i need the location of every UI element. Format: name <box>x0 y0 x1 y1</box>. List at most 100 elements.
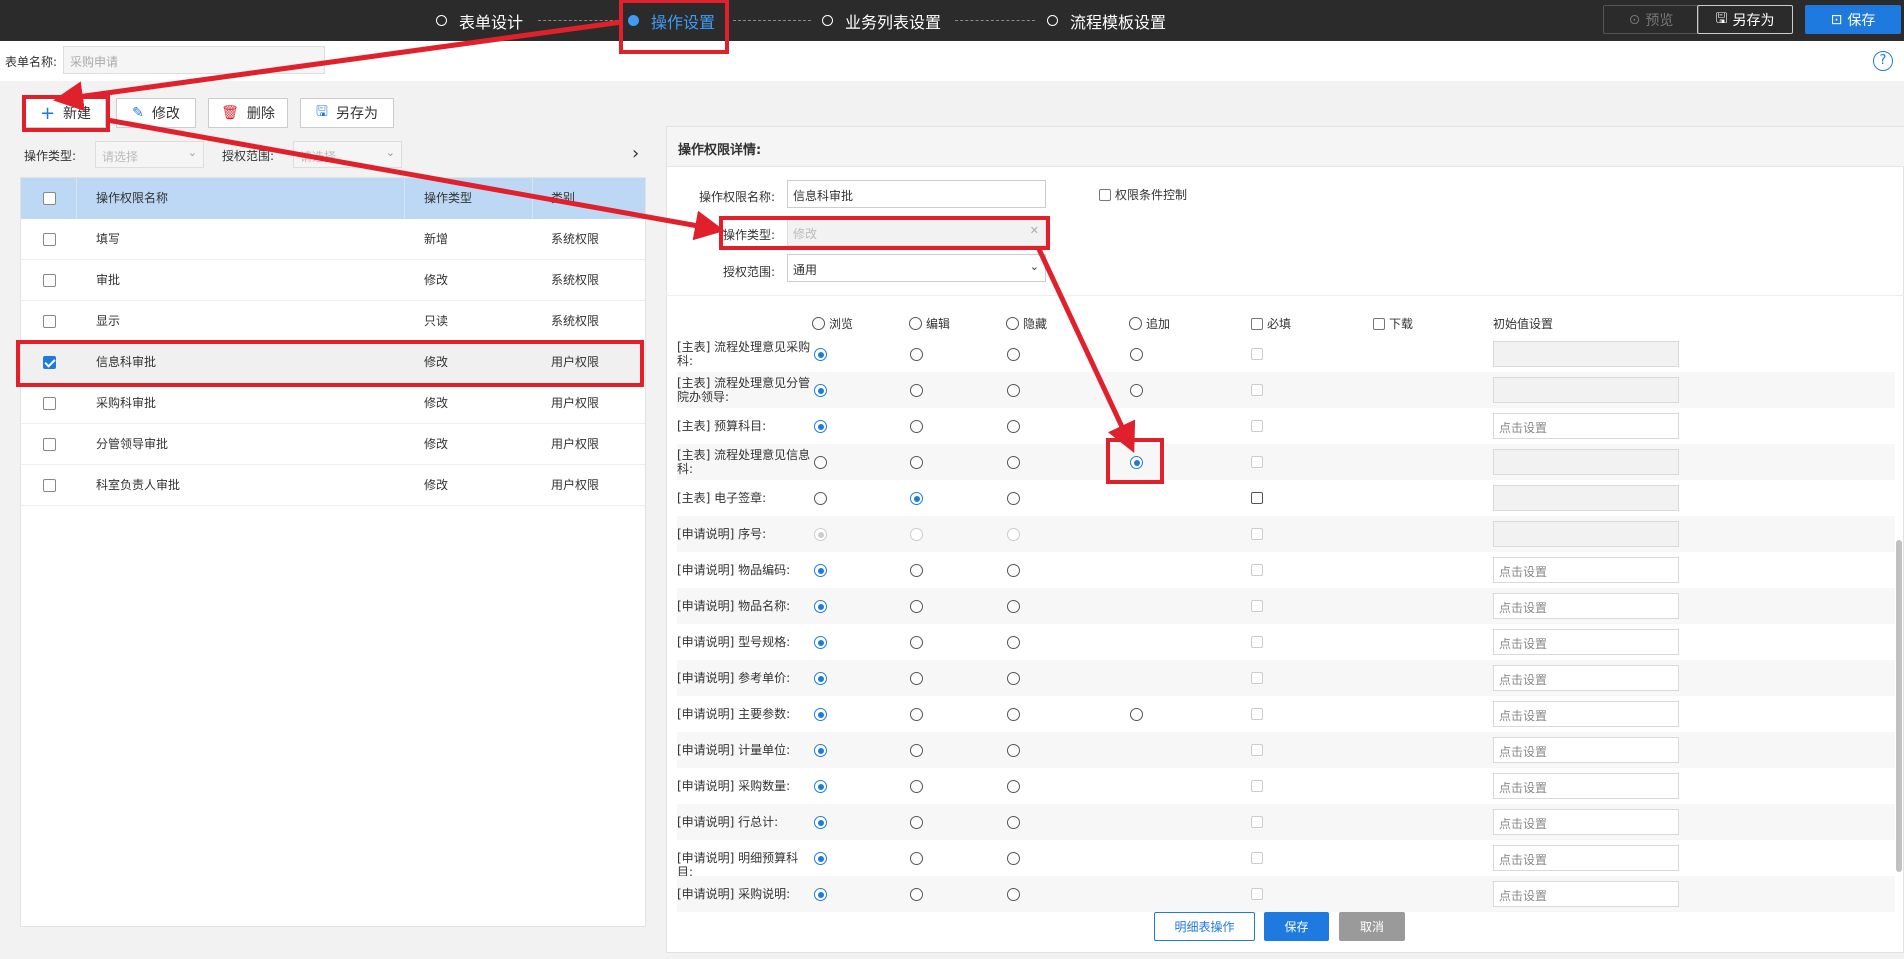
row-checkbox[interactable] <box>43 438 56 451</box>
required-checkbox[interactable] <box>1251 672 1263 684</box>
required-checkbox[interactable] <box>1251 420 1263 432</box>
required-checkbox[interactable] <box>1251 384 1263 396</box>
step-flow-template[interactable]: 流程模板设置 <box>1047 0 1166 41</box>
browse-radio[interactable] <box>814 456 827 469</box>
column-required[interactable]: 必填 <box>1251 315 1291 332</box>
column-download[interactable]: 下载 <box>1373 315 1413 332</box>
hide-radio[interactable] <box>1007 348 1020 361</box>
init-value-input[interactable]: 点击设置 <box>1493 773 1679 799</box>
required-checkbox[interactable] <box>1251 564 1263 576</box>
column-browse[interactable]: 浏览 <box>812 315 853 332</box>
hide-radio[interactable] <box>1007 420 1020 433</box>
append-radio[interactable] <box>1130 708 1143 721</box>
required-all-checkbox[interactable] <box>1251 317 1263 330</box>
browse-radio[interactable] <box>814 816 827 829</box>
edit-radio[interactable] <box>910 384 923 397</box>
hide-radio[interactable] <box>1007 456 1020 469</box>
save-as-button[interactable]: 🖫 另存为 <box>1697 5 1793 34</box>
row-checkbox[interactable] <box>43 315 56 328</box>
delete-button[interactable]: 🗑 删除 <box>208 98 288 128</box>
init-value-input[interactable]: 点击设置 <box>1493 413 1679 439</box>
init-value-input[interactable]: 点击设置 <box>1493 629 1679 655</box>
browse-radio[interactable] <box>814 600 827 613</box>
detail-save-button[interactable]: 保存 <box>1264 912 1329 941</box>
hide-radio[interactable] <box>1007 600 1020 613</box>
init-value-input[interactable]: 点击设置 <box>1493 809 1679 835</box>
append-all-radio[interactable] <box>1129 317 1142 330</box>
edit-radio[interactable] <box>910 852 923 865</box>
hide-radio[interactable] <box>1007 564 1020 577</box>
edit-all-radio[interactable] <box>909 317 922 330</box>
browse-radio[interactable] <box>814 348 827 361</box>
append-radio[interactable] <box>1130 384 1143 397</box>
table-row[interactable]: 审批 修改 系统权限 <box>21 260 645 301</box>
required-checkbox[interactable] <box>1251 456 1263 468</box>
edit-radio[interactable] <box>910 744 923 757</box>
step-form-design[interactable]: 表单设计 <box>436 0 523 41</box>
edit-radio[interactable] <box>910 564 923 577</box>
edit-radio[interactable] <box>910 600 923 613</box>
edit-radio[interactable] <box>910 348 923 361</box>
init-value-input[interactable] <box>1493 485 1679 511</box>
required-checkbox[interactable] <box>1251 492 1263 504</box>
detail-scope-select[interactable]: 通用 ⌄ <box>787 254 1046 282</box>
required-checkbox[interactable] <box>1251 636 1263 648</box>
condition-checkbox[interactable] <box>1099 188 1111 201</box>
edit-radio[interactable] <box>910 456 923 469</box>
edit-radio[interactable] <box>910 672 923 685</box>
hide-radio[interactable] <box>1007 852 1020 865</box>
detail-name-input[interactable]: 信息科审批 <box>787 180 1046 208</box>
detail-scrollbar[interactable] <box>1896 540 1902 872</box>
edit-radio[interactable] <box>910 780 923 793</box>
hide-all-radio[interactable] <box>1006 317 1019 330</box>
required-checkbox[interactable] <box>1251 600 1263 612</box>
browse-radio[interactable] <box>814 564 827 577</box>
select-all-checkbox[interactable] <box>43 192 56 205</box>
browse-radio[interactable] <box>814 672 827 685</box>
hide-radio[interactable] <box>1007 672 1020 685</box>
hide-radio[interactable] <box>1007 708 1020 721</box>
form-name-input[interactable]: 采购申请 <box>63 46 325 74</box>
browse-radio[interactable] <box>814 852 827 865</box>
edit-radio[interactable] <box>910 708 923 721</box>
row-checkbox[interactable] <box>43 274 56 287</box>
column-append[interactable]: 追加 <box>1129 315 1170 332</box>
browse-radio[interactable] <box>814 384 827 397</box>
init-value-input[interactable] <box>1493 377 1679 403</box>
table-row[interactable]: 填写 新增 系统权限 <box>21 219 645 260</box>
init-value-input[interactable]: 点击设置 <box>1493 737 1679 763</box>
required-checkbox[interactable] <box>1251 816 1263 828</box>
detail-table-op-button[interactable]: 明细表操作 <box>1154 912 1255 941</box>
init-value-input[interactable]: 点击设置 <box>1493 593 1679 619</box>
hide-radio[interactable] <box>1007 816 1020 829</box>
init-value-input[interactable] <box>1493 341 1679 367</box>
row-checkbox[interactable] <box>43 397 56 410</box>
browse-radio[interactable] <box>814 780 827 793</box>
table-row[interactable]: 显示 只读 系统权限 <box>21 301 645 342</box>
edit-radio[interactable] <box>910 636 923 649</box>
hide-radio[interactable] <box>1007 888 1020 901</box>
browse-radio[interactable] <box>814 744 827 757</box>
hide-radio[interactable] <box>1007 780 1020 793</box>
browse-radio[interactable] <box>814 528 827 541</box>
download-all-checkbox[interactable] <box>1373 317 1385 330</box>
required-checkbox[interactable] <box>1251 348 1263 360</box>
browse-radio[interactable] <box>814 708 827 721</box>
help-icon[interactable]: ? <box>1873 51 1893 71</box>
edit-button[interactable]: ✎ 修改 <box>116 98 196 128</box>
table-row[interactable]: 采购科审批 修改 用户权限 <box>21 383 645 424</box>
hide-radio[interactable] <box>1007 528 1020 541</box>
detail-cancel-button[interactable]: 取消 <box>1339 912 1405 941</box>
init-value-input[interactable]: 点击设置 <box>1493 845 1679 871</box>
hide-radio[interactable] <box>1007 492 1020 505</box>
required-checkbox[interactable] <box>1251 744 1263 756</box>
browse-all-radio[interactable] <box>812 317 825 330</box>
preview-button[interactable]: ⊙ 预览 <box>1603 5 1699 34</box>
save-button[interactable]: ⊡ 保存 <box>1805 5 1901 34</box>
init-value-input[interactable] <box>1493 449 1679 475</box>
column-hide[interactable]: 隐藏 <box>1006 315 1047 332</box>
required-checkbox[interactable] <box>1251 888 1263 900</box>
edit-radio[interactable] <box>910 888 923 901</box>
browse-radio[interactable] <box>814 420 827 433</box>
table-row[interactable]: 科室负责人审批 修改 用户权限 <box>21 465 645 506</box>
